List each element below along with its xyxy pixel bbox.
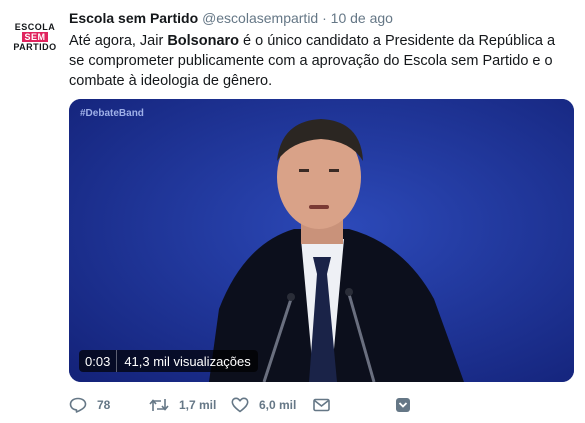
video-overlay: 0:03 41,3 mil visualizações xyxy=(79,350,258,372)
video-time: 0:03 xyxy=(85,353,111,369)
retweet-count: 1,7 mil xyxy=(179,398,217,412)
avatar-line1: ESCOLA xyxy=(14,22,56,32)
retweet-icon xyxy=(149,399,169,411)
video-player[interactable]: #DebateBand 0:03 41,3 mil visualizações xyxy=(69,99,574,382)
envelope-icon xyxy=(313,398,330,412)
tweet-header: Escola sem Partido @escolasempartid · 10… xyxy=(69,10,393,26)
avatar-line2: SEM xyxy=(22,32,48,42)
video-views: 41,3 mil visualizações xyxy=(124,353,251,369)
more-button[interactable] xyxy=(395,397,411,413)
retweet-button[interactable]: 1,7 mil xyxy=(149,397,231,413)
message-button[interactable] xyxy=(313,398,395,412)
tweet-text: Até agora, Jair Bolsonaro é o único cand… xyxy=(69,31,569,91)
separator: · xyxy=(322,10,327,26)
avatar-line3: PARTIDO xyxy=(13,42,57,52)
reply-count: 78 xyxy=(97,398,111,412)
like-count: 6,0 mil xyxy=(259,398,297,412)
reply-button[interactable]: 78 xyxy=(69,397,149,413)
reply-icon xyxy=(69,397,87,413)
tweet-date[interactable]: 10 de ago xyxy=(331,10,393,26)
heart-icon xyxy=(231,397,249,413)
video-hashtag: #DebateBand xyxy=(80,108,144,119)
tweet-text-bold: Bolsonaro xyxy=(167,33,240,49)
avatar[interactable]: ESCOLA SEM PARTIDO xyxy=(12,10,58,56)
action-bar: 78 1,7 mil 6,0 mil xyxy=(69,397,529,413)
chevron-down-icon xyxy=(396,398,410,412)
like-button[interactable]: 6,0 mil xyxy=(231,397,313,413)
handle[interactable]: @escolasempartid xyxy=(202,10,318,26)
video-frame xyxy=(69,99,574,382)
display-name[interactable]: Escola sem Partido xyxy=(69,10,198,26)
tweet-text-before: Até agora, Jair xyxy=(69,33,168,49)
